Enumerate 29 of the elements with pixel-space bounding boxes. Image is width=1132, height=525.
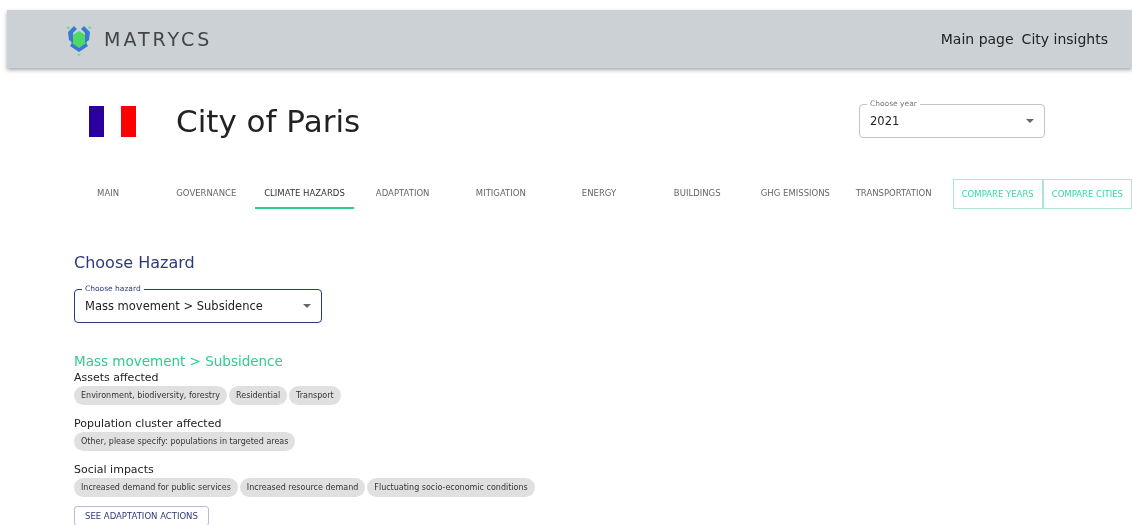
group-label: Population cluster affected bbox=[74, 417, 223, 430]
tag-chip: Transport bbox=[289, 386, 341, 405]
tag-chip: Increased resource demand bbox=[239, 478, 366, 497]
nav-tab[interactable]: CLIMATE HAZARDS bbox=[255, 179, 354, 209]
tag-chip: Other, please specify: populations in targeted areas bbox=[74, 432, 296, 451]
tag-chip: Fluctuating socio-economic conditions bbox=[367, 478, 535, 497]
nav-tab[interactable]: GHG EMISSIONS bbox=[746, 179, 845, 209]
nav-tab[interactable]: MITIGATION bbox=[451, 179, 550, 209]
flag-icon bbox=[89, 105, 136, 137]
tag-chip: Increased demand for public services bbox=[74, 478, 238, 497]
section-heading: Choose Hazard bbox=[74, 253, 196, 272]
tag-chip: Residential bbox=[229, 386, 288, 405]
nav-link[interactable]: City insights bbox=[1021, 31, 1108, 47]
nav-tab[interactable]: ENERGY bbox=[549, 179, 649, 209]
dropdown-caret-icon bbox=[1026, 119, 1034, 123]
dropdown-caret-icon bbox=[303, 304, 311, 308]
nav-tab[interactable]: BUILDINGS bbox=[648, 179, 747, 209]
tag-chip: Environment, biodiversity, forestry bbox=[74, 386, 228, 405]
nav-tab[interactable]: TRANSPORTATION bbox=[844, 179, 943, 209]
adaptation-actions-button[interactable]: SEE ADAPTATION ACTIONS bbox=[74, 506, 209, 525]
brand-name: MATRYCS bbox=[104, 28, 213, 50]
nav-tab[interactable]: MAIN bbox=[59, 179, 158, 209]
group-label: Assets affected bbox=[74, 371, 160, 384]
nav-tab[interactable]: ADAPTATION bbox=[353, 179, 452, 209]
nav-tab[interactable]: GOVERNANCE bbox=[157, 179, 256, 209]
city-title: City of Paris bbox=[176, 103, 362, 139]
nav-link[interactable]: Main page bbox=[940, 31, 1014, 47]
group-label: Social impacts bbox=[74, 463, 155, 476]
hazard-title: Mass movement > Subsidence bbox=[74, 353, 284, 369]
